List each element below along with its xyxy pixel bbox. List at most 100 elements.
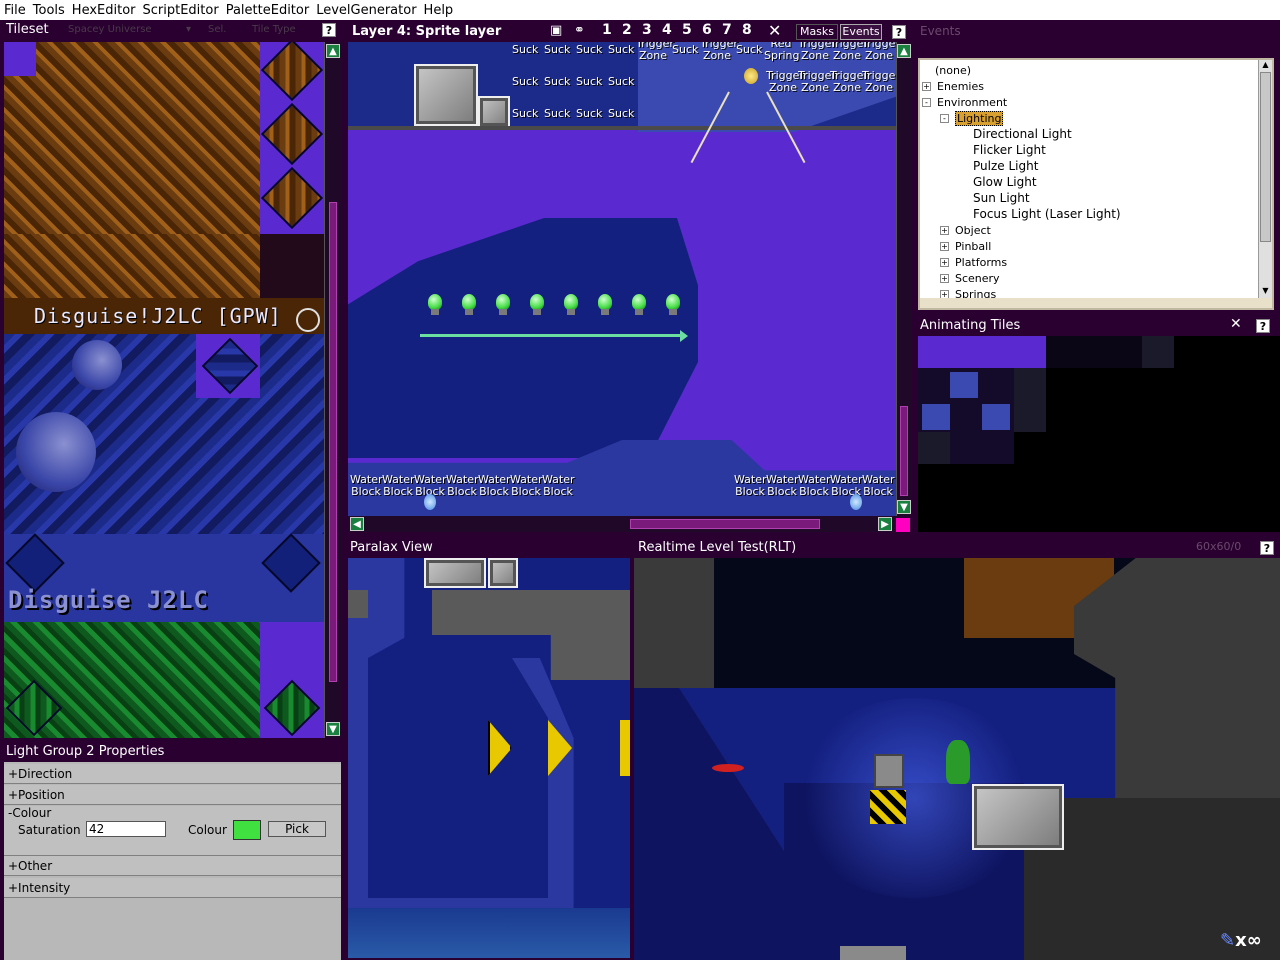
- tree-item[interactable]: (none): [922, 62, 971, 78]
- tree-item-label[interactable]: Platforms: [955, 256, 1007, 269]
- layer-button-3[interactable]: 3: [642, 22, 662, 38]
- scroll-up-icon[interactable]: ▲: [1259, 60, 1272, 72]
- scroll-down-icon[interactable]: ▼: [897, 500, 911, 514]
- tree-item[interactable]: Sun Light: [958, 190, 1030, 206]
- tree-item-label[interactable]: Sun Light: [973, 191, 1030, 205]
- events-tree[interactable]: (none) + Enemies - Environment - Lighting Direc…: [920, 60, 1258, 298]
- tree-item-label[interactable]: Lighting: [955, 110, 1004, 126]
- layer-button-5[interactable]: 5: [682, 22, 702, 38]
- colour-section-label[interactable]: -Colour: [8, 806, 341, 820]
- menu-levelgenerator[interactable]: LevelGenerator: [316, 3, 416, 18]
- expand-icon[interactable]: +: [940, 289, 949, 298]
- close-icon[interactable]: ✕: [768, 21, 781, 40]
- brown-rock-tiles[interactable]: [4, 42, 260, 234]
- colour-section[interactable]: -Colour Saturation Colour Pick: [4, 806, 341, 856]
- colour-swatch[interactable]: [233, 820, 261, 840]
- expand-icon[interactable]: +: [922, 81, 931, 91]
- expand-icon[interactable]: +: [940, 241, 949, 251]
- tree-item[interactable]: + Pinball: [940, 238, 991, 254]
- tree-item[interactable]: - Environment: [922, 94, 1007, 110]
- scroll-left-icon[interactable]: ◀: [350, 517, 364, 531]
- tile-type-select[interactable]: Tile Type: [252, 20, 296, 40]
- chevron-down-icon[interactable]: ▾: [186, 20, 191, 40]
- rlt-canvas[interactable]: ✎x∞: [634, 558, 1280, 960]
- expand-icon[interactable]: +: [940, 257, 949, 267]
- scroll-thumb[interactable]: [1260, 72, 1271, 242]
- saturation-input[interactable]: [86, 821, 166, 837]
- tileset-scrollbar[interactable]: ▲ ▼: [324, 42, 342, 738]
- help-icon[interactable]: ?: [892, 25, 906, 39]
- anim-tile[interactable]: [922, 404, 950, 430]
- tree-item-label[interactable]: Focus Light (Laser Light): [973, 207, 1121, 221]
- tree-item-label[interactable]: Enemies: [937, 80, 984, 93]
- tree-item[interactable]: Flicker Light: [958, 142, 1046, 158]
- tree-item[interactable]: + Platforms: [940, 254, 1007, 270]
- layer-button-7[interactable]: 7: [722, 22, 742, 38]
- brown-rock-tiles[interactable]: [4, 234, 260, 298]
- tileset-select[interactable]: Spacey Universe: [68, 20, 152, 40]
- collapse-icon[interactable]: -: [940, 113, 949, 123]
- layer-button-8[interactable]: 8: [742, 22, 762, 38]
- anim-tile[interactable]: [918, 432, 950, 464]
- tree-item-label[interactable]: Springs: [955, 288, 996, 299]
- animating-tiles-grid[interactable]: [918, 336, 1280, 532]
- scroll-thumb[interactable]: [630, 519, 820, 529]
- tileset-grid[interactable]: Disguise!J2LC [GPW]: [4, 42, 324, 334]
- layer-button-2[interactable]: 2: [622, 22, 642, 38]
- menu-help[interactable]: Help: [424, 3, 454, 18]
- print-icon[interactable]: ▣: [550, 23, 570, 39]
- expand-icon[interactable]: +: [940, 273, 949, 283]
- tree-item[interactable]: + Scenery: [940, 270, 1000, 286]
- menu-file[interactable]: File: [4, 3, 26, 18]
- help-icon[interactable]: ?: [1256, 319, 1270, 333]
- tree-item[interactable]: + Enemies: [922, 78, 984, 94]
- tree-item-label[interactable]: Object: [955, 224, 991, 237]
- anim-tile[interactable]: [1046, 336, 1142, 368]
- position-section[interactable]: +Position: [4, 785, 341, 805]
- tree-item-label[interactable]: Scenery: [955, 272, 1000, 285]
- anim-tile[interactable]: [982, 404, 1010, 430]
- anim-tile[interactable]: [918, 336, 1046, 368]
- tree-item[interactable]: + Object: [940, 222, 991, 238]
- tree-item-label[interactable]: Pinball: [955, 240, 991, 253]
- binoculars-icon[interactable]: ⚭: [574, 23, 594, 39]
- tree-item-label[interactable]: Environment: [937, 96, 1007, 109]
- scroll-down-icon[interactable]: ▼: [1259, 286, 1272, 298]
- layer-hscrollbar[interactable]: ◀ ▶: [348, 516, 896, 532]
- anim-tile[interactable]: [1142, 336, 1174, 368]
- tree-item[interactable]: Pulze Light: [958, 158, 1038, 174]
- other-section[interactable]: +Other: [4, 856, 341, 876]
- tile[interactable]: [4, 42, 36, 76]
- scroll-right-icon[interactable]: ▶: [878, 517, 892, 531]
- tile[interactable]: [260, 234, 324, 298]
- tree-item-label[interactable]: Pulze Light: [973, 159, 1038, 173]
- masks-button[interactable]: Masks: [796, 24, 838, 40]
- tree-item[interactable]: Focus Light (Laser Light): [958, 206, 1121, 222]
- help-icon[interactable]: ?: [1260, 541, 1274, 555]
- scroll-thumb[interactable]: [900, 406, 908, 496]
- menu-tools[interactable]: Tools: [33, 3, 65, 18]
- bubble-tile[interactable]: [72, 340, 122, 390]
- events-toggle[interactable]: Events: [840, 24, 882, 40]
- close-icon[interactable]: ✕: [1230, 316, 1242, 332]
- tree-item-label[interactable]: (none): [935, 64, 971, 77]
- tree-item[interactable]: Glow Light: [958, 174, 1037, 190]
- level-canvas[interactable]: Suck Suck Suck Suck Suck Suck Suck Suck …: [348, 42, 896, 516]
- events-scrollbar[interactable]: ▲ ▼: [1258, 60, 1272, 298]
- paralax-canvas[interactable]: [348, 558, 630, 958]
- tree-item-label[interactable]: Glow Light: [973, 175, 1037, 189]
- collapse-icon[interactable]: -: [922, 97, 931, 107]
- scroll-thumb[interactable]: [329, 202, 337, 682]
- layer-button-1[interactable]: 1: [602, 22, 622, 38]
- scroll-down-icon[interactable]: ▼: [326, 722, 340, 736]
- pick-button[interactable]: Pick: [268, 821, 326, 837]
- anim-tile[interactable]: [1014, 368, 1046, 432]
- tree-item[interactable]: + Springs: [940, 286, 996, 298]
- layer-vscrollbar[interactable]: ▲ ▼: [896, 42, 912, 516]
- intensity-section[interactable]: +Intensity: [4, 878, 341, 898]
- tree-item-label[interactable]: Directional Light: [973, 127, 1072, 141]
- sel-button[interactable]: Sel.: [208, 20, 226, 40]
- bubble-tile[interactable]: [16, 412, 96, 492]
- layer-button-4[interactable]: 4: [662, 22, 682, 38]
- tree-item[interactable]: Directional Light: [958, 126, 1072, 142]
